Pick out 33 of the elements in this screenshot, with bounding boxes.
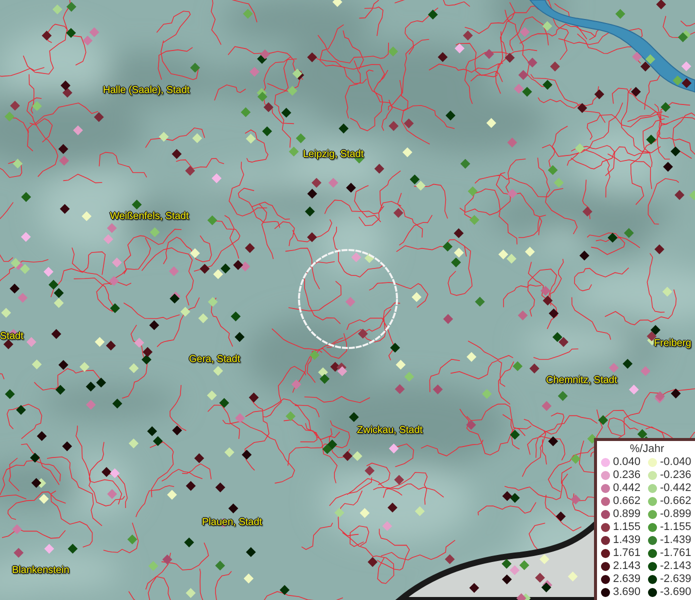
place-label: Gera, Stadt xyxy=(189,354,240,365)
place-label: Zwickau, Stadt xyxy=(357,425,423,436)
legend-label: -0.662 xyxy=(660,495,692,507)
legend-label: 0.236 xyxy=(613,469,641,481)
legend-label: 1.439 xyxy=(613,534,641,546)
place-label: Stadt xyxy=(0,331,24,342)
legend-label: 0.040 xyxy=(613,456,641,468)
legend-label: 3.690 xyxy=(613,586,641,598)
place-label: Plauen, Stadt xyxy=(202,517,262,528)
legend-label: 0.899 xyxy=(613,508,641,520)
legend-label: -1.155 xyxy=(660,521,692,533)
legend-title: %/Jahr xyxy=(628,443,666,455)
legend-label: -0.236 xyxy=(660,469,692,481)
legend-label: 2.639 xyxy=(613,573,641,585)
legend-label: -2.639 xyxy=(660,573,692,585)
legend-label: 1.761 xyxy=(613,547,641,559)
legend-label: 0.662 xyxy=(613,495,641,507)
place-label: Chemnitz, Stadt xyxy=(546,375,618,386)
legend-label: 1.155 xyxy=(613,521,641,533)
place-label: Weißenfels, Stadt xyxy=(110,211,189,222)
place-label: Blankenstein xyxy=(12,565,70,576)
place-label: Leipzig, Stadt xyxy=(303,149,364,160)
legend-label: -1.761 xyxy=(660,547,692,559)
legend-label: -2.143 xyxy=(660,560,692,572)
legend-label: 2.143 xyxy=(613,560,641,572)
legend-label: -0.040 xyxy=(660,456,692,468)
place-label: Freiberg xyxy=(654,338,692,349)
legend-label: -0.442 xyxy=(660,482,692,494)
legend-label: 0.442 xyxy=(613,482,641,494)
legend-label: -0.899 xyxy=(660,508,692,520)
legend-label: -3.690 xyxy=(660,586,692,598)
place-label: Halle (Saale), Stadt xyxy=(103,85,190,96)
legend-label: -1.439 xyxy=(660,534,692,546)
